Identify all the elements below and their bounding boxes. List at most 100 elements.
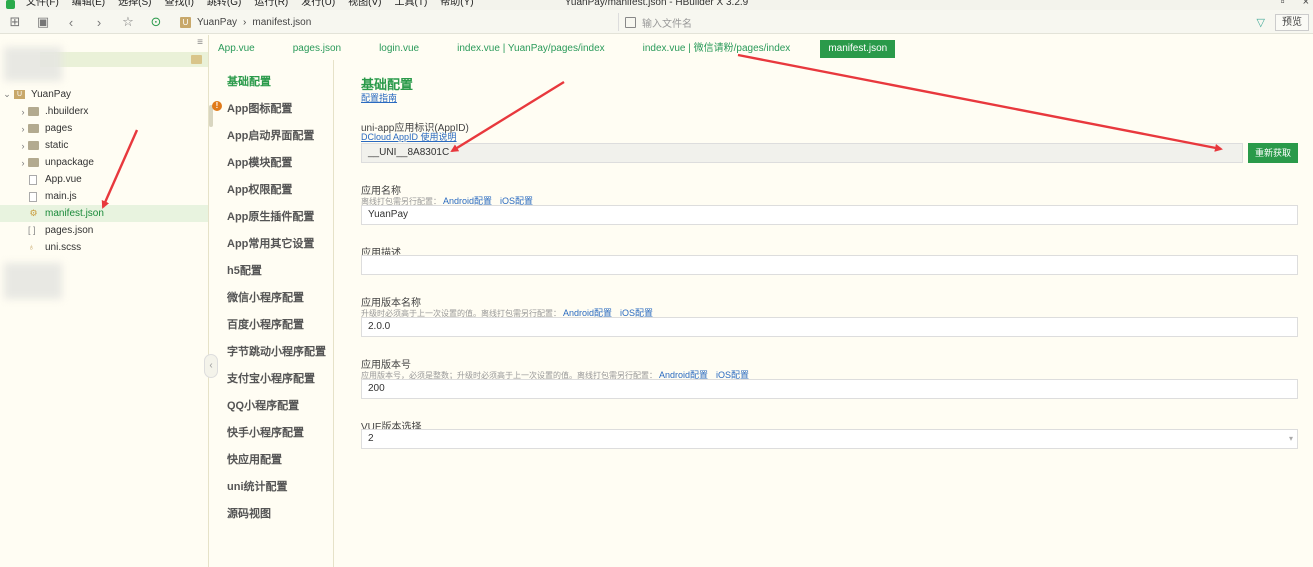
vue-version-select[interactable]: 2 ▾ — [361, 429, 1298, 449]
config-nav-item[interactable]: 支付宝小程序配置 — [227, 370, 315, 386]
file-search-icon — [625, 16, 636, 28]
regenerate-appid-button[interactable]: 重新获取 — [1248, 143, 1298, 163]
filter-icon[interactable]: ▽ — [1257, 16, 1265, 29]
tree-header-bar — [40, 52, 208, 67]
project-icon: U — [180, 16, 191, 28]
guide-link-wrap: 配置指南 — [361, 91, 397, 104]
config-nav-item[interactable]: h5配置 — [227, 262, 262, 278]
window-title: YuanPay/manifest.json - HBuilder X 3.2.9 — [564, 0, 749, 8]
tree-item[interactable]: App.vue — [0, 171, 208, 188]
config-nav: 基础配置! App图标配置 App启动界面配置 App模块配置 App权限配置 App原生… — [204, 60, 334, 567]
config-nav-item[interactable]: 快手小程序配置 — [227, 424, 304, 440]
tree-item-label: .hbuilderx — [45, 106, 89, 117]
restore-icon[interactable]: ▫ — [1281, 0, 1285, 8]
file-search[interactable]: 输入文件名 — [618, 13, 1278, 31]
tree-item[interactable]: [ ] pages.json — [0, 222, 208, 239]
tree-project-label: YuanPay — [31, 89, 72, 100]
back-icon[interactable]: ‹ — [62, 13, 80, 31]
project-tree: ≡ ⌄ U YuanPay › .hbuilderx › pages › static › u… — [0, 35, 209, 567]
vue-version-value: 2 — [368, 433, 374, 444]
tree-menu-icon[interactable]: ≡ — [197, 37, 203, 48]
run-icon[interactable]: ⊙ — [147, 13, 165, 31]
breadcrumb-separator-icon: › — [243, 16, 247, 28]
config-nav-item[interactable]: 快应用配置 — [227, 451, 282, 467]
tree-item[interactable]: › unpackage — [0, 154, 208, 171]
tree-item[interactable]: › .hbuilderx — [0, 103, 208, 120]
file-icon — [29, 174, 37, 185]
chevron-right-icon[interactable]: › — [18, 141, 28, 151]
chevron-right-icon[interactable]: › — [18, 158, 28, 168]
tree-item-label: uni.scss — [45, 242, 82, 253]
preview-button[interactable]: 预览 — [1275, 14, 1309, 31]
config-nav-item[interactable]: App启动界面配置 — [227, 127, 314, 143]
tree-item-label: unpackage — [45, 157, 94, 168]
config-nav-item[interactable]: App常用其它设置 — [227, 235, 314, 251]
config-nav-item[interactable]: uni统计配置 — [227, 478, 288, 494]
version-code-field[interactable]: 200 — [361, 379, 1298, 399]
forward-icon[interactable]: › — [90, 13, 108, 31]
folder-icon — [28, 141, 39, 150]
star-icon[interactable]: ☆ — [119, 13, 137, 31]
config-nav-item[interactable]: 字节跳动小程序配置 — [227, 343, 326, 359]
chevron-right-icon[interactable]: › — [18, 124, 28, 134]
editor-tab[interactable]: App.vue — [210, 40, 263, 58]
config-guide-link[interactable]: 配置指南 — [361, 93, 397, 103]
tree-item[interactable]: › static — [0, 137, 208, 154]
config-nav-item[interactable]: App权限配置 — [227, 181, 292, 197]
folder-icon — [28, 107, 39, 116]
editor-tab[interactable]: index.vue | 微信请粉/pages/index — [635, 40, 799, 58]
config-nav-item[interactable]: 百度小程序配置 — [227, 316, 304, 332]
config-file-icon: ⚙ — [29, 208, 38, 218]
tree-item-label: manifest.json — [45, 208, 104, 219]
scss-file-icon: ♁ — [28, 242, 35, 252]
manifest-form: 基础配置 配置指南 uni-app应用标识(AppID) DCloud AppI… — [335, 60, 1313, 567]
chevron-down-icon[interactable]: ⌄ — [2, 89, 12, 100]
config-nav-item[interactable]: App图标配置 — [227, 100, 292, 116]
tree-item-label: main.js — [45, 191, 77, 202]
tree-item[interactable]: ♁ uni.scss — [0, 239, 208, 256]
folder-icon — [28, 158, 39, 167]
editor-tab[interactable]: login.vue — [371, 40, 427, 58]
config-nav-item[interactable]: 源码视图 — [227, 505, 271, 521]
new-file-icon[interactable]: ⊞ — [6, 13, 24, 31]
breadcrumb-file[interactable]: manifest.json — [252, 17, 311, 28]
window-controls: ▫ × — [1281, 0, 1309, 8]
toolbar: ⊞ ▣ ‹ › ☆ ⊙ U YuanPay › manifest.json 输入… — [0, 10, 1313, 34]
editor-tabs: App.vue pages.json login.vue index.vue | Yu… — [210, 40, 1313, 58]
warning-icon: ! — [212, 101, 222, 111]
tree-item-label: pages.json — [45, 225, 94, 236]
tree-project-row[interactable]: ⌄ U YuanPay — [0, 86, 208, 103]
version-name-field[interactable]: 2.0.0 — [361, 317, 1298, 337]
chevron-right-icon[interactable]: › — [18, 107, 28, 117]
json-file-icon: [ ] — [28, 225, 36, 235]
config-nav-item[interactable]: App模块配置 — [227, 154, 292, 170]
editor-tab[interactable]: manifest.json — [820, 40, 896, 58]
appid-field[interactable]: __UNI__8A8301C — [361, 143, 1243, 163]
breadcrumb-project[interactable]: YuanPay — [197, 17, 237, 28]
config-nav-item[interactable]: QQ小程序配置 — [227, 397, 299, 413]
file-search-input[interactable]: 输入文件名 — [642, 15, 692, 30]
editor-tab[interactable]: index.vue | YuanPay/pages/index — [449, 40, 613, 58]
editor-tab[interactable]: pages.json — [285, 40, 349, 58]
folder-icon[interactable] — [191, 55, 202, 64]
save-icon[interactable]: ▣ — [34, 13, 52, 31]
appid-help-link[interactable]: DCloud AppID 使用说明 — [361, 132, 457, 142]
app-name-field[interactable]: YuanPay — [361, 205, 1298, 225]
appid-help-wrap: DCloud AppID 使用说明 — [361, 130, 457, 143]
redacted-area — [4, 263, 62, 299]
tree-item[interactable]: main.js — [0, 188, 208, 205]
collapse-chevron-icon[interactable]: ‹ — [204, 354, 218, 378]
tree-item[interactable]: › pages — [0, 120, 208, 137]
redacted-area — [4, 47, 62, 81]
tree-item-label: pages — [45, 123, 73, 134]
config-nav-item[interactable]: App原生插件配置 — [227, 208, 314, 224]
tree-item[interactable]: ⚙ manifest.json — [0, 205, 208, 222]
close-icon[interactable]: × — [1303, 0, 1309, 8]
app-desc-field[interactable] — [361, 255, 1298, 275]
folder-icon — [28, 124, 39, 133]
file-icon — [29, 191, 37, 202]
tree-item-label: App.vue — [45, 174, 82, 185]
config-nav-item[interactable]: 基础配置 — [227, 73, 271, 89]
breadcrumb: U YuanPay › manifest.json — [180, 14, 311, 30]
config-nav-item[interactable]: 微信小程序配置 — [227, 289, 304, 305]
